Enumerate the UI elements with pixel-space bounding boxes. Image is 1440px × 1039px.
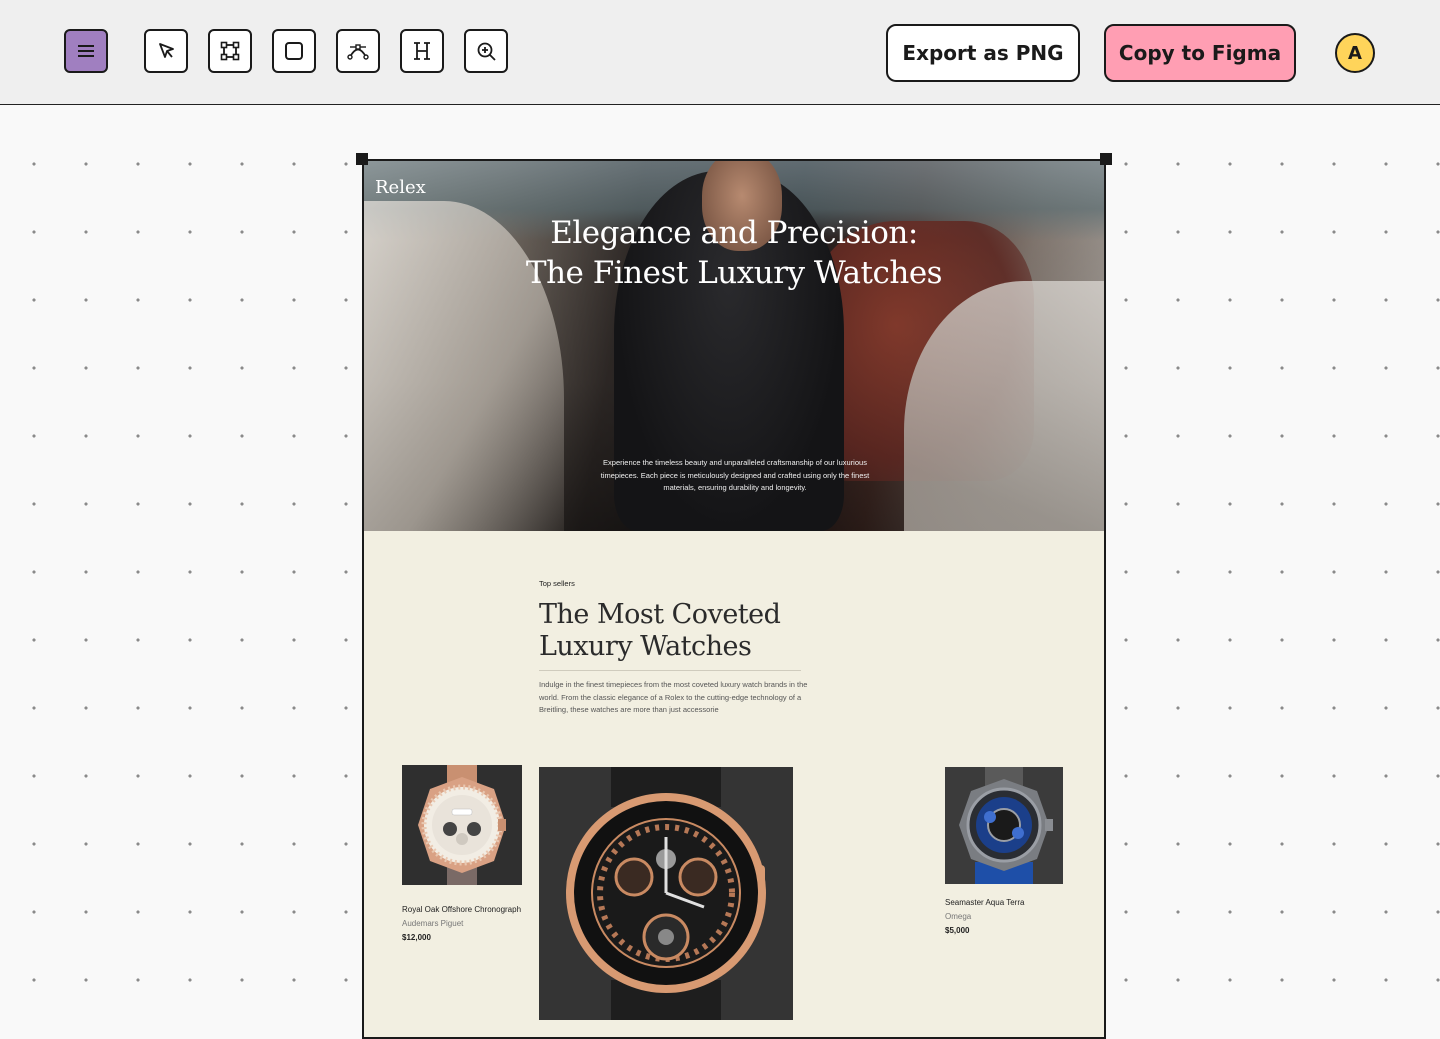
frame-icon [220, 41, 240, 61]
resize-handle-top-right[interactable] [1100, 153, 1112, 165]
section-description: Indulge in the finest timepieces from th… [539, 680, 808, 714]
watch-image [945, 767, 1063, 884]
export-png-button[interactable]: Export as PNG [886, 24, 1080, 82]
menu-icon [78, 45, 94, 57]
frame-tool-button[interactable] [208, 29, 252, 73]
resize-handle-top-left[interactable] [356, 153, 368, 165]
section-title: The Most Coveted Luxury Watches [539, 599, 819, 663]
rectangle-icon [285, 42, 303, 60]
select-tool-button[interactable] [144, 29, 188, 73]
zoom-in-icon [477, 42, 496, 61]
product-brand: Omega [945, 912, 972, 921]
copy-to-figma-button[interactable]: Copy to Figma [1104, 24, 1296, 82]
product-image-seamaster[interactable] [945, 767, 1063, 884]
hero-title-line2: The Finest Luxury Watches [525, 255, 943, 291]
product-image-featured[interactable] [539, 767, 793, 1020]
select-cursor-icon [159, 43, 174, 58]
watch-image [402, 765, 522, 885]
product-price: $5,000 [945, 926, 970, 935]
pen-tool-button[interactable] [336, 29, 380, 73]
toolbar: Export as PNG Copy to Figma A [0, 0, 1440, 106]
menu-button[interactable] [64, 29, 108, 73]
product-name[interactable]: Royal Oak Offshore Chronograph [402, 905, 521, 914]
product-image-royal-oak[interactable] [402, 765, 522, 885]
brand-logo[interactable]: Relex [375, 177, 426, 198]
rectangle-tool-button[interactable] [272, 29, 316, 73]
section-title-line2: Luxury Watches [539, 631, 752, 662]
text-tool-button[interactable] [400, 29, 444, 73]
section-eyebrow: Top sellers [539, 579, 575, 588]
user-avatar[interactable]: A [1335, 33, 1375, 73]
artboard-frame[interactable]: Relex Elegance and Precision: The Finest… [362, 159, 1106, 1039]
zoom-tool-button[interactable] [464, 29, 508, 73]
hero-description: Experience the timeless beauty and unpar… [600, 458, 870, 492]
product-name[interactable]: Seamaster Aqua Terra [945, 898, 1024, 907]
hero-image: Relex Elegance and Precision: The Finest… [364, 161, 1104, 531]
product-price: $12,000 [402, 933, 431, 942]
hero-title-line1: Elegance and Precision: [550, 215, 918, 251]
hero-title: Elegance and Precision: The Finest Luxur… [364, 213, 1104, 293]
product-brand: Audemars Piguet [402, 919, 464, 928]
section-divider [539, 670, 801, 671]
section-title-line1: The Most Coveted [539, 599, 781, 630]
pen-path-icon [347, 44, 369, 60]
text-heading-icon [414, 42, 430, 60]
watch-image [539, 767, 793, 1020]
